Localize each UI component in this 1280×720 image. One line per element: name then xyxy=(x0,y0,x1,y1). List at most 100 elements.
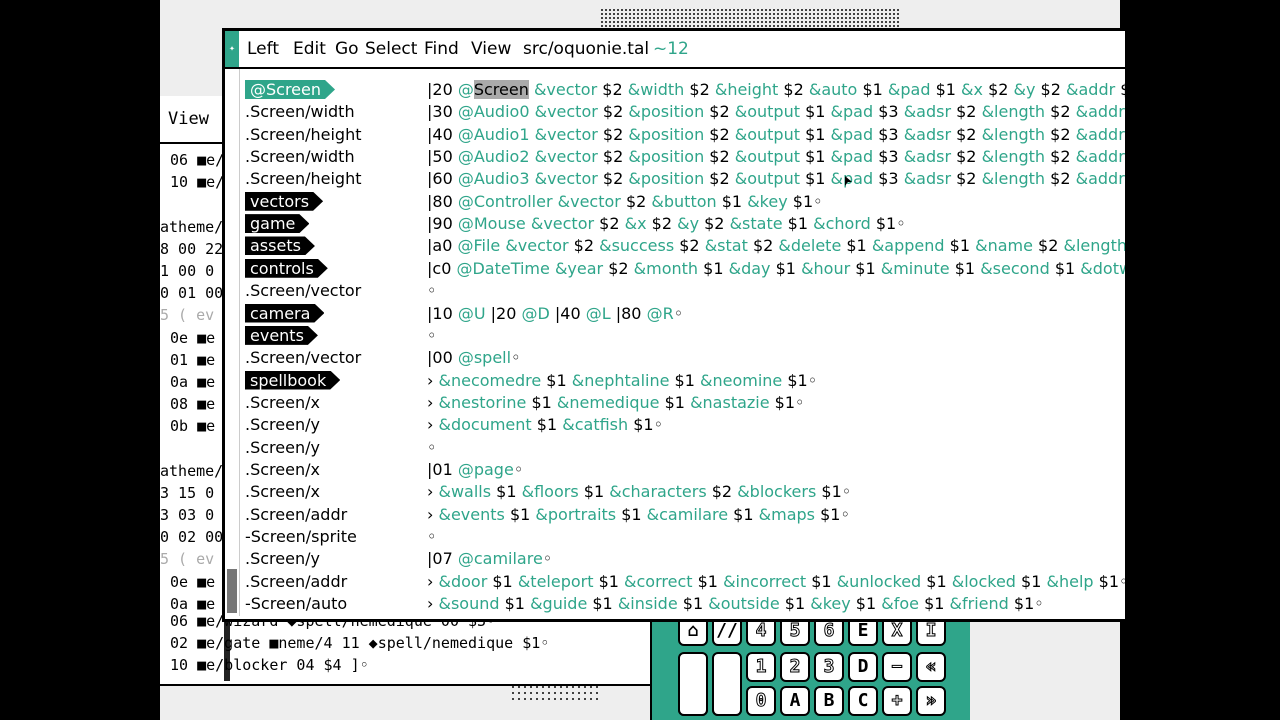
menu-edit[interactable]: Edit xyxy=(293,39,326,59)
code-token: $1 xyxy=(598,571,625,591)
code-token: @R xyxy=(646,303,674,323)
keypad-key[interactable]: A xyxy=(780,686,810,716)
editor-window[interactable]: ✦ Left Edit Go Select Find View src/oquo… xyxy=(222,28,1125,622)
keypad-key[interactable]: 3 xyxy=(814,652,844,682)
code-token: $2 xyxy=(956,102,982,122)
keypad-key[interactable]: + xyxy=(882,686,912,716)
code-line[interactable]: |07 @camilare◦ xyxy=(427,549,552,568)
code-token: &document xyxy=(438,415,537,435)
symbol-label[interactable]: .Screen/addr xyxy=(245,572,347,591)
code-token: &output xyxy=(734,124,806,144)
symbol-label[interactable]: .Screen/vector xyxy=(245,281,361,300)
code-line[interactable]: ◦ xyxy=(427,326,436,345)
keypad-key[interactable]: D xyxy=(848,652,878,682)
code-line[interactable]: › &necomedre $1 &nephtaline $1 &neomine … xyxy=(427,371,817,390)
section-label[interactable]: controls xyxy=(245,259,328,278)
code-line[interactable]: |00 @spell◦ xyxy=(427,348,521,367)
section-label[interactable]: game xyxy=(245,214,309,233)
symbol-label[interactable]: .Screen/y xyxy=(245,415,320,434)
code-token: &position xyxy=(628,147,710,167)
window-handle-icon[interactable]: ✦ xyxy=(225,31,239,67)
section-label[interactable]: vectors xyxy=(245,192,323,211)
code-token: $1◦ xyxy=(1013,594,1044,614)
symbol-label[interactable]: .Screen/height xyxy=(245,125,361,144)
code-line[interactable]: › &nestorine $1 &nemedique $1 &nastazie … xyxy=(427,393,804,412)
code-token: $1 xyxy=(583,482,610,502)
code-line[interactable]: |40 @Audio1 &vector $2 &position $2 &out… xyxy=(427,125,1125,144)
back-window-row: 01 ■e xyxy=(170,351,216,369)
editor-scrollbar[interactable] xyxy=(225,69,240,616)
keypad: ⌂//456EXI123D−«↓↑0ABC+» xyxy=(650,614,970,720)
code-line[interactable]: |90 @Mouse &vector $2 &x $2 &y $2 &state… xyxy=(427,214,906,233)
code-line[interactable]: ◦ xyxy=(427,438,436,457)
menu-left[interactable]: Left xyxy=(247,39,279,59)
symbol-label[interactable]: .Screen/width xyxy=(245,147,355,166)
menu-view[interactable]: View xyxy=(471,39,511,59)
code-token: &chord xyxy=(813,214,876,234)
code-line[interactable]: |01 @page◦ xyxy=(427,460,523,479)
keypad-key-tall[interactable] xyxy=(712,652,742,716)
code-line[interactable]: |80 @Controller &vector $2 &button $1 &k… xyxy=(427,192,823,211)
symbol-label[interactable]: .Screen/width xyxy=(245,102,355,121)
code-line[interactable]: |30 @Audio0 &vector $2 &position $2 &out… xyxy=(427,102,1125,121)
code-line[interactable]: |a0 @File &vector $2 &success $2 &stat $… xyxy=(427,236,1125,255)
code-token: &output xyxy=(734,102,806,122)
code-line[interactable]: |60 @Audio3 &vector $2 &position $2 &out… xyxy=(427,169,1125,188)
keypad-key[interactable]: − xyxy=(882,652,912,682)
keypad-key[interactable]: B xyxy=(814,686,844,716)
code-token: &addr xyxy=(1075,124,1125,144)
code-line[interactable]: › &document $1 &catfish $1◦ xyxy=(427,415,663,434)
keypad-key[interactable]: 1 xyxy=(746,652,776,682)
code-token: $1◦ xyxy=(774,392,805,412)
symbol-label[interactable]: .Screen/y xyxy=(245,438,320,457)
symbol-label[interactable]: -Screen/sprite xyxy=(245,527,357,546)
symbol-label[interactable]: .Screen/height xyxy=(245,169,361,188)
code-token: @Mouse &vector xyxy=(457,214,600,234)
code-line[interactable]: › &door $1 &teleport $1 &correct $1 &inc… xyxy=(427,572,1125,591)
code-token: $2 xyxy=(956,124,982,144)
keypad-key[interactable]: 2 xyxy=(780,652,810,682)
dither-pattern xyxy=(600,8,900,30)
menu-find[interactable]: Find xyxy=(424,39,459,59)
code-line[interactable]: › &events $1 &portraits $1 &camilare $1 … xyxy=(427,505,850,524)
menu-select[interactable]: Select xyxy=(365,39,417,59)
code-token: &state xyxy=(729,214,788,234)
scrollbar-thumb[interactable] xyxy=(227,569,237,613)
code-line[interactable]: ◦ xyxy=(427,527,436,546)
code-token: &addr xyxy=(1075,169,1125,189)
keypad-key[interactable]: 0 xyxy=(746,686,776,716)
menu-go[interactable]: Go xyxy=(335,39,359,59)
keypad-key[interactable]: » xyxy=(916,686,946,716)
code-token: $1 xyxy=(733,504,759,524)
symbol-label[interactable]: -Screen/auto xyxy=(245,594,347,613)
code-token: &month xyxy=(633,258,704,278)
code-line[interactable]: |c0 @DateTime &year $2 &month $1 &day $1… xyxy=(427,259,1125,278)
code-token: $1◦ xyxy=(792,191,823,211)
keypad-key[interactable]: « xyxy=(916,652,946,682)
section-label[interactable]: @Screen xyxy=(245,80,335,99)
menu-view[interactable]: View xyxy=(168,109,209,129)
code-token: |40 xyxy=(427,124,458,144)
code-token: &hour xyxy=(801,258,856,278)
keypad-key-tall[interactable] xyxy=(678,652,708,716)
section-label[interactable]: assets xyxy=(245,236,315,255)
section-label[interactable]: camera xyxy=(245,304,324,323)
code-token: › xyxy=(427,482,439,502)
code-line[interactable]: ◦ xyxy=(427,281,436,300)
code-line[interactable]: › &sound $1 &guide $1 &inside $1 &outsid… xyxy=(427,594,1044,613)
code-line[interactable]: › &walls $1 &floors $1 &characters $2 &b… xyxy=(427,482,851,501)
symbol-label[interactable]: .Screen/x xyxy=(245,460,320,479)
symbol-label[interactable]: .Screen/x xyxy=(245,482,320,501)
symbol-label[interactable]: .Screen/x xyxy=(245,393,320,412)
code-line[interactable]: |50 @Audio2 &vector $2 &position $2 &out… xyxy=(427,147,1125,166)
section-label[interactable]: events xyxy=(245,326,318,345)
code-line[interactable]: |20 @Screen &vector $2 &width $2 &height… xyxy=(427,80,1125,99)
symbol-label[interactable]: .Screen/vector xyxy=(245,348,361,367)
symbol-label[interactable]: .Screen/addr xyxy=(245,505,347,524)
keypad-key[interactable]: C xyxy=(848,686,878,716)
code-line[interactable]: |10 @U |20 @D |40 @L |80 @R◦ xyxy=(427,304,683,323)
section-label[interactable]: spellbook xyxy=(245,371,340,390)
code-token: &pad xyxy=(830,169,879,189)
code-token: &height xyxy=(714,80,784,99)
symbol-label[interactable]: .Screen/y xyxy=(245,549,320,568)
